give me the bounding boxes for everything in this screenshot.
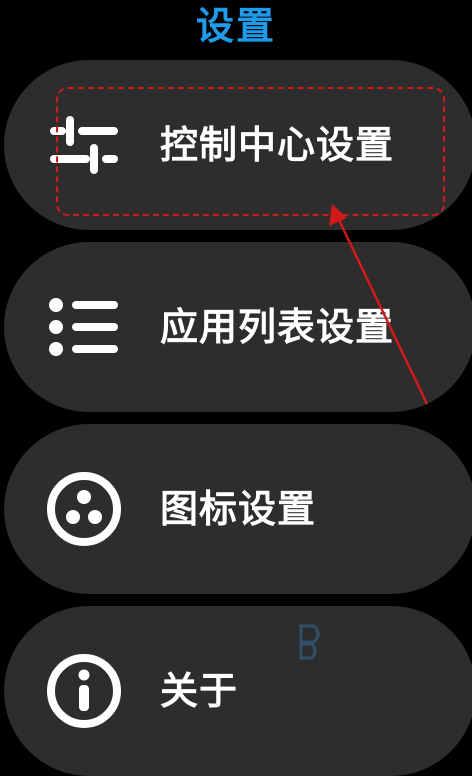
menu-item-icon-settings[interactable]: 图标设置 xyxy=(4,424,472,594)
menu-item-label: 控制中心设置 xyxy=(160,123,395,167)
list-icon xyxy=(44,287,124,367)
menu-item-control-center[interactable]: 控制中心设置 xyxy=(4,60,472,230)
info-icon xyxy=(44,651,124,731)
menu-item-about[interactable]: 关于 xyxy=(4,606,472,776)
icon-style-icon xyxy=(44,469,124,549)
menu-item-label: 应用列表设置 xyxy=(160,305,395,349)
menu-item-app-list[interactable]: 应用列表设置 xyxy=(4,242,472,412)
menu-item-label: 关于 xyxy=(160,669,239,713)
page-title: 设置 xyxy=(195,4,276,48)
sliders-icon xyxy=(44,105,124,185)
menu-item-label: 图标设置 xyxy=(160,487,317,531)
